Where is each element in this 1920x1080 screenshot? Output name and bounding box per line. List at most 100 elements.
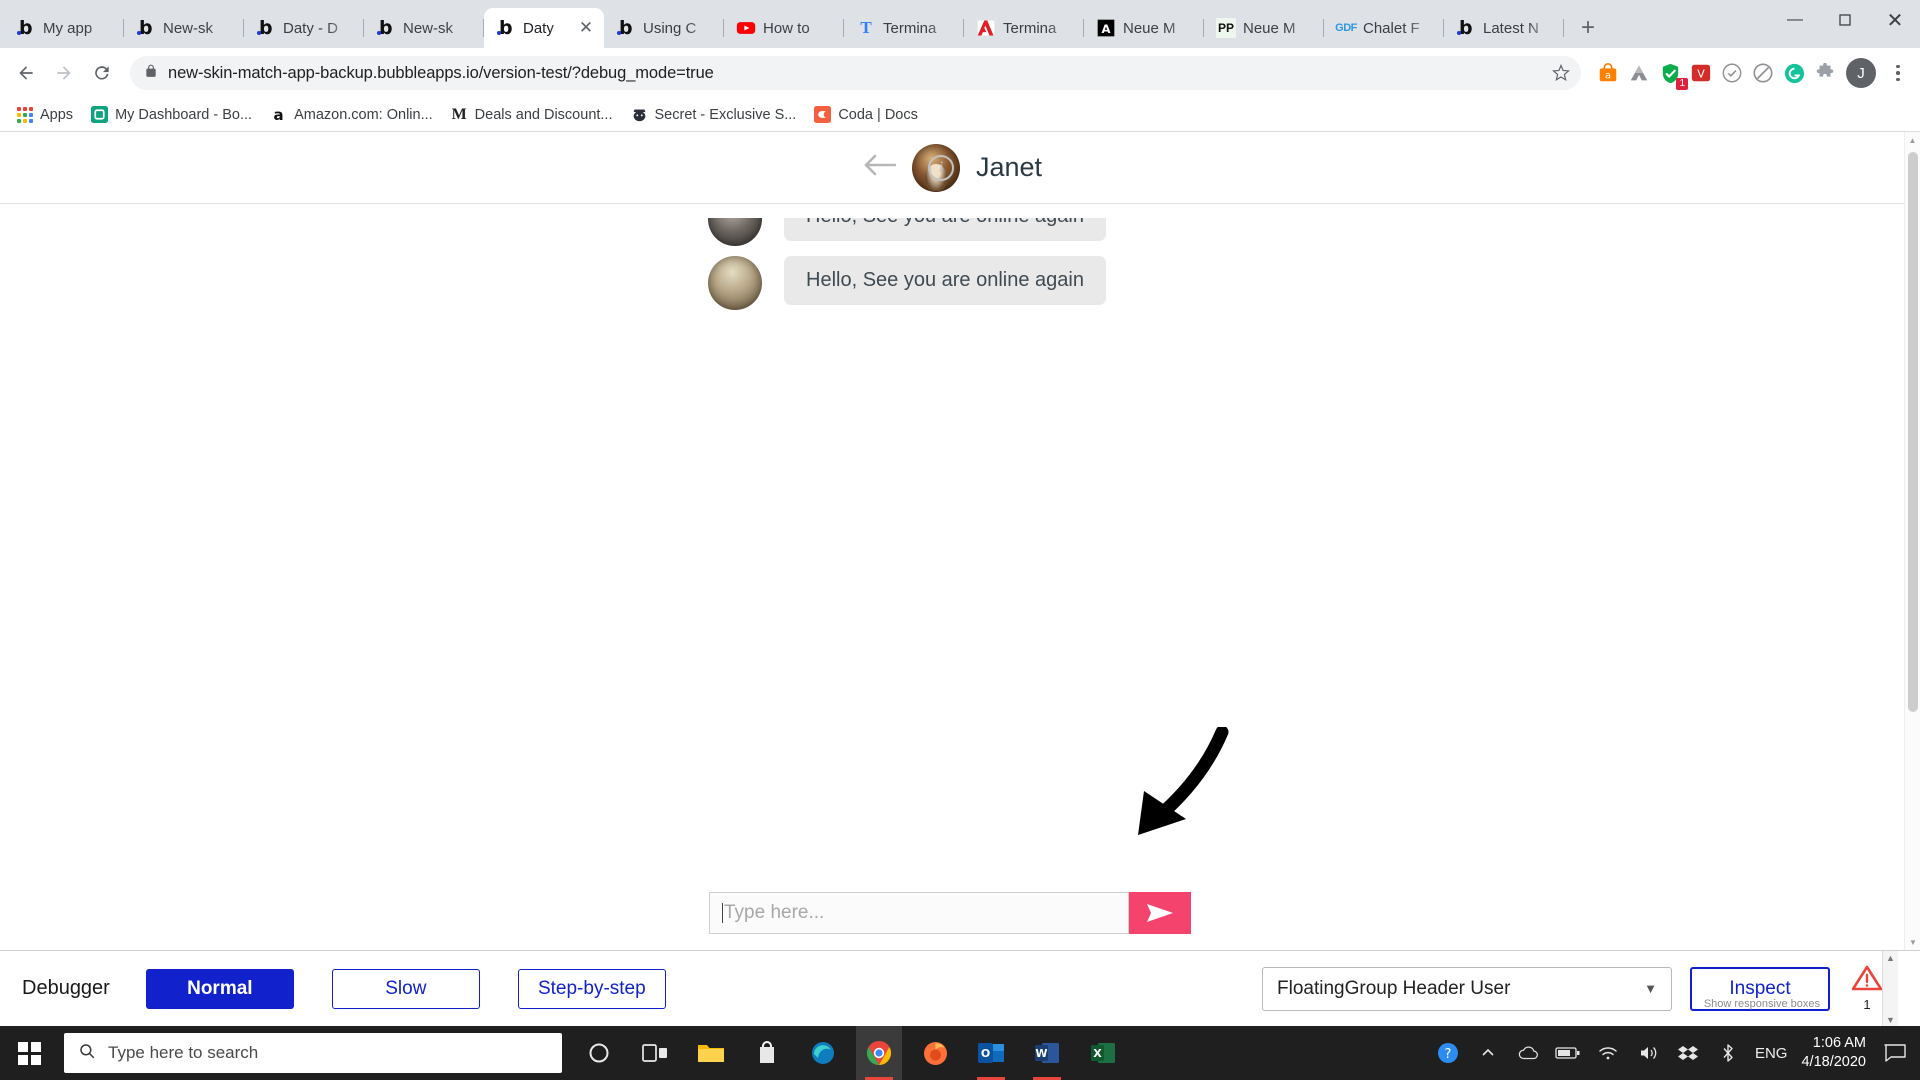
bookmark-item[interactable]: Secret - Exclusive S...: [623, 102, 805, 127]
debugger-step-by-step-button[interactable]: Step-by-step: [517, 968, 666, 1009]
message-bubble: Hello, See you are online again: [784, 256, 1106, 305]
show-hidden-icons-icon[interactable]: [1475, 1040, 1501, 1066]
system-tray: ? ENG 1:06 AM 4/18/2020: [1435, 1034, 1920, 1072]
bookmark-item[interactable]: a Amazon.com: Onlin...: [262, 102, 441, 127]
taskbar-chrome-icon[interactable]: [856, 1026, 902, 1080]
profile-avatar[interactable]: J: [1846, 58, 1876, 88]
bookmark-item[interactable]: Coda | Docs: [806, 102, 926, 127]
notification-icon[interactable]: [1880, 1043, 1910, 1063]
browser-tab[interactable]: Termina: [964, 8, 1084, 48]
bookmark-star-icon[interactable]: [1547, 59, 1575, 87]
browser-tab[interactable]: How to: [724, 8, 844, 48]
bookmark-label: Amazon.com: Onlin...: [294, 106, 433, 123]
browser-tab[interactable]: T Termina: [844, 8, 964, 48]
back-button[interactable]: [8, 55, 44, 91]
puzzle-icon[interactable]: [1812, 60, 1838, 86]
bookmark-item[interactable]: Apps: [8, 102, 81, 127]
send-button[interactable]: [1129, 892, 1191, 934]
new-tab-button[interactable]: +: [1570, 10, 1606, 46]
message-input[interactable]: Type here...: [709, 892, 1129, 934]
tab-title: New-sk: [163, 19, 214, 37]
element-select[interactable]: FloatingGroup Header User ▼: [1262, 966, 1672, 1011]
chat-header: Janet i: [0, 132, 1904, 204]
dropbox-icon[interactable]: [1675, 1040, 1701, 1066]
debugger-normal-button[interactable]: Normal: [145, 968, 294, 1009]
tab-title: Daty: [523, 19, 554, 37]
bluetooth-icon[interactable]: [1715, 1040, 1741, 1066]
taskbar-excel-icon[interactable]: X: [1080, 1026, 1126, 1080]
back-arrow-icon[interactable]: [862, 152, 897, 184]
honey-icon[interactable]: a: [1595, 60, 1621, 86]
wifi-icon[interactable]: [1595, 1040, 1621, 1066]
debugger-slow-button[interactable]: Slow: [331, 968, 480, 1009]
message-composer: Type here...: [709, 892, 1191, 934]
scrollbar-thumb[interactable]: [1908, 152, 1918, 712]
battery-icon[interactable]: [1555, 1040, 1581, 1066]
close-window-button[interactable]: ✕: [1870, 0, 1920, 40]
minimize-button[interactable]: —: [1770, 0, 1820, 40]
svg-text:W: W: [1035, 1047, 1047, 1060]
adblock-icon[interactable]: [1750, 60, 1776, 86]
page-scrollbar[interactable]: ▲ ▼: [1904, 132, 1920, 950]
taskbar-app-list: OWX: [576, 1026, 1126, 1080]
bubble-debugger-bar: Debugger Normal Slow Step-by-step Floating…: [0, 950, 1920, 1027]
scroll-clip-mask: [0, 204, 1904, 218]
grammarly-icon[interactable]: [1781, 60, 1807, 86]
browser-tab[interactable]: b New-sk: [124, 8, 244, 48]
scroll-up-arrow[interactable]: ▲: [1905, 132, 1920, 148]
browser-tab[interactable]: b New-sk: [364, 8, 484, 48]
browser-tab[interactable]: b Daty - D: [244, 8, 364, 48]
help-circle-icon[interactable]: ?: [1435, 1040, 1461, 1066]
lastpass-icon[interactable]: V: [1688, 60, 1714, 86]
browser-tab[interactable]: A Neue M: [1084, 8, 1204, 48]
bookmark-item[interactable]: My Dashboard - Bo...: [83, 102, 260, 127]
browser-tab[interactable]: b Latest N: [1444, 8, 1564, 48]
taskbar-outlook-icon[interactable]: O: [968, 1026, 1014, 1080]
browser-tab[interactable]: PP Neue M: [1204, 8, 1324, 48]
volume-icon[interactable]: [1635, 1040, 1661, 1066]
browser-menu-icon[interactable]: [1884, 64, 1912, 82]
shield-check-icon[interactable]: 1: [1657, 60, 1688, 90]
language-indicator[interactable]: ENG: [1755, 1045, 1788, 1062]
warning-indicator[interactable]: 1: [1851, 965, 1883, 1012]
message-input-placeholder: Type here...: [724, 902, 825, 923]
taskbar-cortana-icon[interactable]: [576, 1026, 622, 1080]
tab-list: b My app b New-sk b Daty - D b New-sk b Daty ✕ b Usi…: [4, 0, 1564, 48]
message-list: Hello, See you are online againHello, Se…: [0, 204, 1904, 724]
taskbar-task-view-icon[interactable]: [632, 1026, 678, 1080]
chevron-down-icon[interactable]: ▼: [1644, 981, 1657, 996]
taskbar-firefox-icon[interactable]: [912, 1026, 958, 1080]
reload-button[interactable]: [84, 55, 120, 91]
clock[interactable]: 1:06 AM 4/18/2020: [1801, 1034, 1866, 1072]
browser-tab[interactable]: b Using C: [604, 8, 724, 48]
bookmark-item[interactable]: M Deals and Discount...: [443, 102, 621, 127]
adobe-icon: [977, 20, 995, 36]
bubble-icon: b: [257, 17, 273, 39]
drive-icon[interactable]: [1626, 60, 1652, 86]
browser-tab[interactable]: b My app: [4, 8, 124, 48]
info-icon[interactable]: i: [928, 154, 954, 181]
maximize-button[interactable]: [1820, 0, 1870, 40]
bubble-icon: b: [377, 17, 393, 39]
taskbar-word-icon[interactable]: W: [1024, 1026, 1070, 1080]
taskbar-search-input[interactable]: Type here to search: [64, 1033, 562, 1073]
tab-title: Latest N: [1483, 19, 1539, 37]
debugger-scroll-down[interactable]: ▼: [1886, 1015, 1895, 1025]
onedrive-icon[interactable]: [1515, 1040, 1541, 1066]
browser-tab[interactable]: GDF Chalet F: [1324, 8, 1444, 48]
page-title: Janet: [975, 152, 1043, 182]
bookmark-label: Apps: [40, 106, 74, 123]
debugger-scroll-up[interactable]: ▲: [1886, 953, 1895, 963]
address-bar[interactable]: new-skin-match-app-backup.bubbleapps.io/…: [130, 56, 1581, 90]
taskbar-file-explorer-icon[interactable]: [688, 1026, 734, 1080]
windows-start-icon[interactable]: [0, 1026, 58, 1080]
check-circle-icon[interactable]: [1719, 60, 1745, 86]
taskbar-edge-icon[interactable]: [800, 1026, 846, 1080]
close-tab-icon[interactable]: ✕: [576, 18, 596, 38]
scroll-down-arrow[interactable]: ▼: [1905, 934, 1920, 950]
forward-button[interactable]: [46, 55, 82, 91]
bookmark-label: Deals and Discount...: [474, 106, 613, 123]
taskbar-microsoft-store-icon[interactable]: [744, 1026, 790, 1080]
browser-tab-active[interactable]: b Daty ✕: [484, 8, 604, 48]
debugger-scrollbar[interactable]: ▲ ▼: [1882, 950, 1898, 1027]
